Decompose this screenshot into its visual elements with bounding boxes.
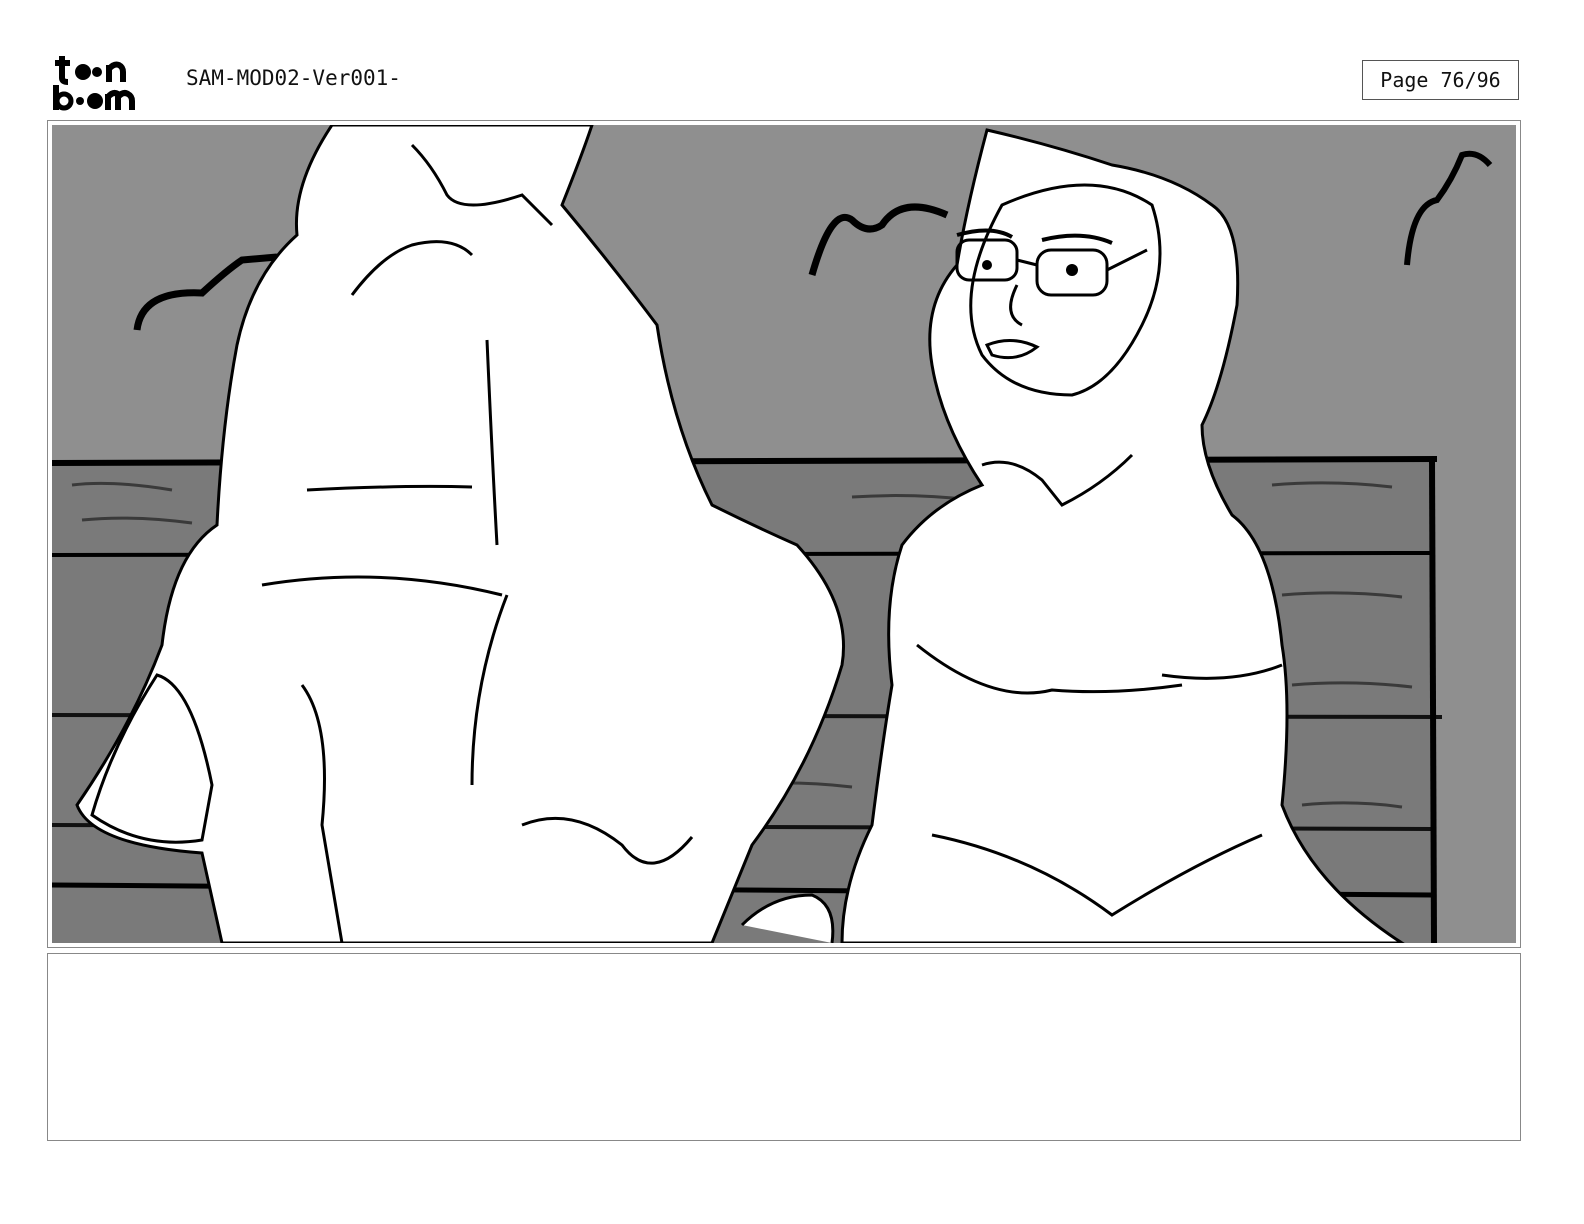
caption-box: [47, 953, 1521, 1141]
document-title: SAM-MOD02-Ver001-: [186, 66, 401, 90]
toon-boom-logo: [53, 56, 135, 111]
storyboard-panel: [47, 120, 1521, 948]
page-number-label: Page 76/96: [1380, 68, 1501, 92]
page-number-box: Page 76/96: [1362, 60, 1519, 100]
panel-sketch-image: [52, 125, 1516, 943]
